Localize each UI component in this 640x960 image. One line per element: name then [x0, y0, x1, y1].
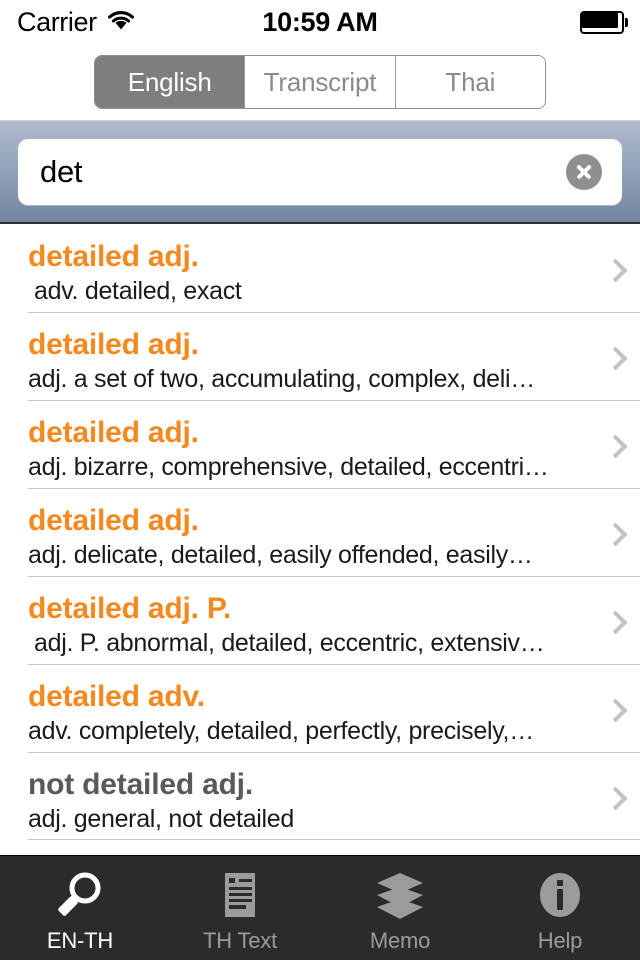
tab-label: Help: [537, 928, 583, 953]
entry-subtitle: adj. delicate, detailed, easily offended…: [28, 541, 533, 570]
entry-title: detailed adj.: [28, 239, 199, 273]
search-bar: det: [0, 120, 640, 224]
list-item[interactable]: detailed adj. adj. delicate, detailed, e…: [0, 488, 640, 576]
chevron-right-icon: [603, 346, 628, 371]
tab-memo[interactable]: Memo: [320, 856, 480, 960]
tab-label: EN-TH: [46, 928, 114, 953]
list-item[interactable]: detailed adj. adv. detailed, exact: [0, 224, 640, 312]
entry-title: detailed adj.: [28, 503, 199, 537]
chevron-right-icon: [603, 610, 628, 635]
entry-title: detailed adj. P.: [28, 591, 231, 625]
clock-label: 10:59 AM: [262, 6, 378, 37]
info-circle-icon: [532, 868, 588, 924]
language-segmented-control[interactable]: English Transcript Thai: [94, 55, 546, 109]
segment-transcript[interactable]: Transcript: [244, 56, 395, 108]
chevron-right-icon: [603, 434, 628, 459]
document-icon: [212, 868, 268, 924]
tab-en-th[interactable]: EN-TH: [0, 856, 160, 960]
list-item[interactable]: detailed adj. adj. a set of two, accumul…: [0, 312, 640, 400]
tab-help[interactable]: Help: [480, 856, 640, 960]
battery-full-icon: [580, 10, 628, 34]
chevron-right-icon: [603, 522, 628, 547]
tab-bar: EN-TH TH Text Memo Help: [0, 855, 640, 960]
segment-english[interactable]: English: [95, 56, 245, 108]
search-input[interactable]: det: [18, 154, 566, 190]
list-item[interactable]: detailed adj. adj. bizarre, comprehensiv…: [0, 400, 640, 488]
entry-title: detailed adj.: [28, 327, 199, 361]
entry-title: detailed adj.: [28, 415, 199, 449]
magnifier-icon: [52, 868, 108, 924]
segment-thai[interactable]: Thai: [394, 56, 545, 108]
entry-subtitle: adv. completely, detailed, perfectly, pr…: [28, 717, 534, 746]
entry-subtitle: adj. bizarre, comprehensive, detailed, e…: [28, 453, 549, 482]
results-list[interactable]: detailed adj. adv. detailed, exact detai…: [0, 224, 640, 855]
clear-icon[interactable]: [566, 153, 602, 190]
list-item[interactable]: not detailed adj. adj. general, not deta…: [0, 752, 640, 840]
tab-label: Memo: [369, 928, 431, 953]
list-item[interactable]: detailed adj. P. adj. P. abnormal, detai…: [0, 576, 640, 664]
tab-label: TH Text: [203, 928, 277, 953]
chevron-right-icon: [603, 698, 628, 723]
app-root: Carrier 10:59 AM English Transcript Thai: [0, 0, 640, 960]
entry-subtitle: adj. a set of two, accumulating, complex…: [28, 365, 535, 394]
search-field[interactable]: det: [18, 138, 622, 205]
segmented-control-container: English Transcript Thai: [0, 44, 640, 120]
layers-icon: [372, 868, 428, 924]
entry-title: detailed adv.: [28, 679, 205, 713]
entry-subtitle: adj. P. abnormal, detailed, eccentric, e…: [34, 629, 545, 658]
list-item[interactable]: detailed adv. adv. completely, detailed,…: [0, 664, 640, 752]
status-bar: Carrier 10:59 AM: [0, 0, 640, 44]
tab-th-text[interactable]: TH Text: [160, 856, 320, 960]
entry-subtitle: adj. general, not detailed: [28, 805, 295, 834]
entry-subtitle: adv. detailed, exact: [34, 277, 242, 306]
chevron-right-icon: [603, 786, 628, 811]
chevron-right-icon: [603, 258, 628, 283]
entry-title: not detailed adj.: [28, 767, 253, 801]
